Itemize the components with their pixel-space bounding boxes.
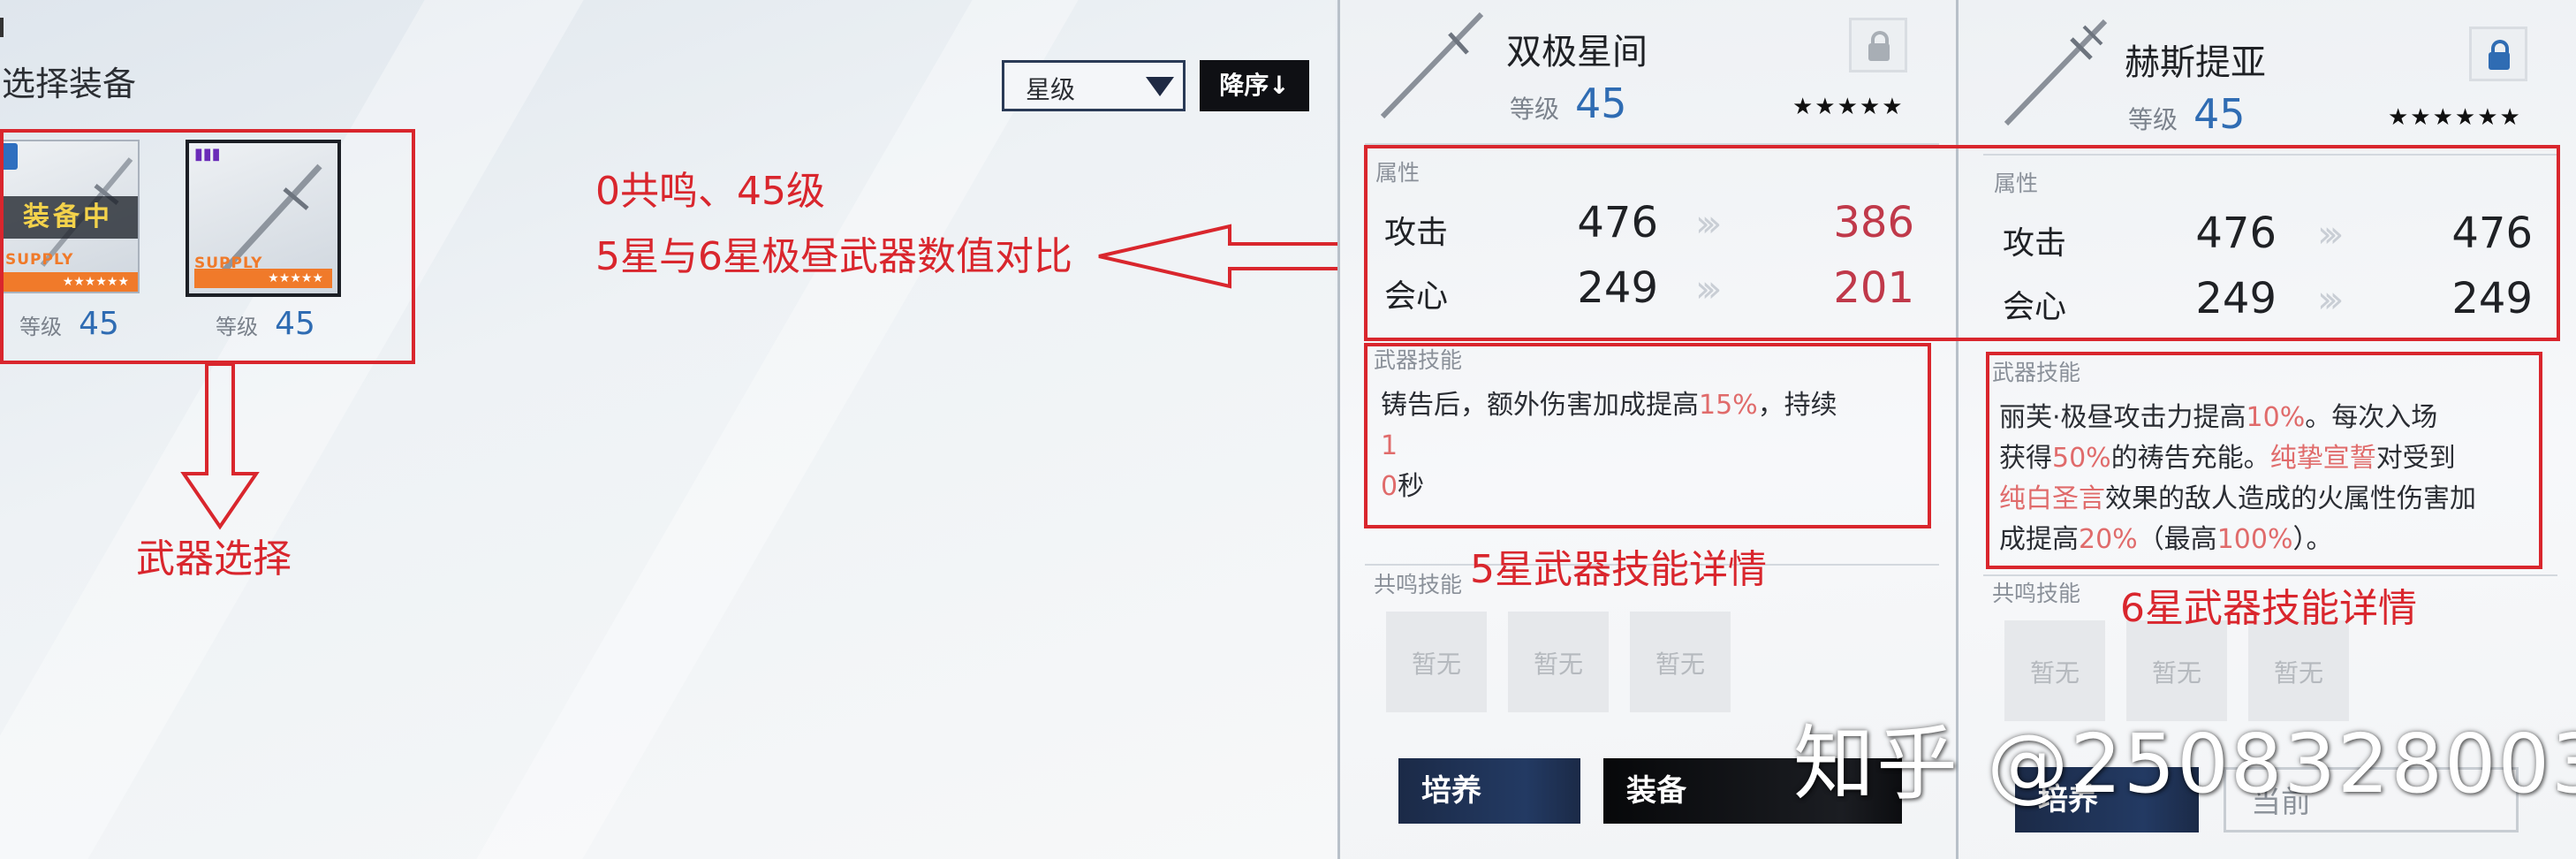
slot-label: 暂无 [2029,658,2080,688]
sort-dropdown-value: 星级 [1026,75,1076,104]
lock-icon-body [2489,52,2510,70]
selection-title: 选择装备 [2,65,137,103]
sort-order-button[interactable]: 降序↓ [1200,60,1309,111]
resonance-slot[interactable]: 暂无 [1630,612,1731,712]
annotation-condition: 0共鸣、45级 [595,169,825,214]
sort-dropdown[interactable]: 星级 [1002,60,1186,111]
resonance-skill-label: 共鸣技能 [1992,581,2081,606]
annotation-box-skill5 [1364,343,1931,528]
train-button[interactable]: 培养 [1398,758,1580,824]
annotation-box-skill6 [1986,352,2542,569]
annotation-skill5: 5星武器技能详情 [1470,547,1767,592]
chevron-down-icon [1146,77,1174,96]
annotation-box-weapon-list [0,129,415,364]
level-label: 等级 [2128,105,2178,134]
slot-label: 暂无 [1411,650,1461,679]
annotation-skill6: 6星武器技能详情 [2120,586,2417,631]
level-value: 45 [1575,80,1627,127]
weapon-name: 赫斯提亚 [2125,42,2266,83]
slot-label: 暂无 [1655,650,1705,679]
lock-icon-body [1868,43,1890,61]
lock-button[interactable] [1849,18,1907,72]
title-marker [0,18,4,37]
rarity-stars: ★★★★★★ [2388,104,2522,131]
slot-label: 暂无 [2151,658,2201,688]
lock-button[interactable] [2469,27,2527,81]
resonance-slot[interactable]: 暂无 [1386,612,1487,712]
watermark: 知乎 @2508328003​7 [1793,717,2576,811]
resonance-skill-label: 共鸣技能 [1374,572,1463,597]
annotation-comparison: 5星与6星极昼武器数值对比 [595,234,1072,279]
resonance-slot[interactable]: 暂无 [1508,612,1609,712]
annotation-weapon-select: 武器选择 [136,536,292,582]
weapon-icon [1380,11,1484,119]
slot-label: 暂无 [2273,658,2323,688]
weapon-name: 双极星间 [1506,32,1648,72]
slot-label: 暂无 [1533,650,1583,679]
weapon-icon [2004,19,2108,126]
annotation-arrow-left [1098,224,1359,289]
annotation-box-attributes [1364,145,2560,341]
background-stripe [476,0,1079,859]
level-value: 45 [2193,90,2246,138]
annotation-arrow-down [180,362,260,530]
rarity-stars: ★★★★★ [1792,94,1905,120]
level-label: 等级 [1510,95,1560,124]
